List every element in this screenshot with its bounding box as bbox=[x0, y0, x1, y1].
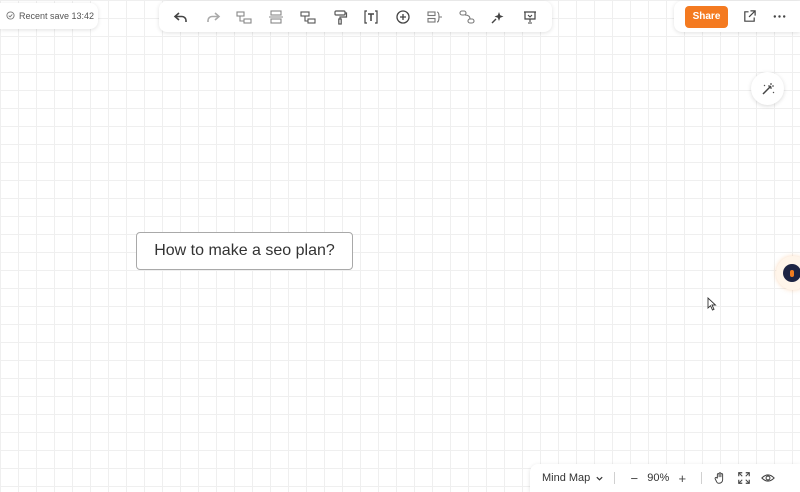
sparkle-icon bbox=[491, 11, 504, 23]
presentation-button[interactable] bbox=[520, 7, 540, 27]
hand-icon bbox=[714, 472, 724, 484]
sibling-topic-button[interactable] bbox=[266, 7, 286, 27]
sibling-topic-icon bbox=[269, 9, 284, 24]
text-style-button[interactable] bbox=[361, 7, 381, 27]
bottom-bar: Mind Map − 90% + bbox=[530, 464, 800, 492]
mouse-cursor-icon bbox=[707, 297, 717, 311]
subtopic-button[interactable] bbox=[234, 7, 254, 27]
main-toolbar bbox=[159, 1, 552, 32]
magic-wand-icon bbox=[761, 82, 774, 95]
central-topic[interactable]: How to make a seo plan? bbox=[136, 232, 353, 270]
parent-topic-button[interactable] bbox=[298, 7, 318, 27]
more-icon bbox=[773, 15, 785, 18]
zoom-level: 90% bbox=[647, 472, 670, 484]
header-right: Share bbox=[674, 1, 800, 32]
plus-circle-icon bbox=[396, 9, 410, 24]
summary-icon bbox=[427, 10, 442, 23]
divider bbox=[701, 472, 703, 484]
undo-button[interactable] bbox=[171, 7, 191, 27]
zoom-in-button[interactable]: + bbox=[675, 471, 689, 486]
share-button[interactable]: Share bbox=[685, 5, 728, 28]
zoom-out-button[interactable]: − bbox=[627, 471, 641, 486]
ai-assistant-tab[interactable] bbox=[776, 256, 800, 290]
text-box-icon bbox=[364, 9, 378, 24]
expand-icon bbox=[738, 472, 751, 484]
relationship-button[interactable] bbox=[457, 7, 477, 27]
check-circle-icon bbox=[6, 10, 15, 22]
undo-icon bbox=[173, 11, 187, 22]
presentation-icon bbox=[524, 10, 537, 24]
layout-label: Mind Map bbox=[542, 472, 591, 484]
summary-button[interactable] bbox=[425, 7, 445, 27]
divider bbox=[614, 472, 616, 484]
chevron-down-icon bbox=[596, 476, 603, 481]
redo-icon bbox=[206, 11, 220, 22]
save-status: Recent save 13:42 bbox=[0, 3, 98, 29]
save-status-text: Recent save 13:42 bbox=[19, 11, 95, 21]
ai-magic-button[interactable] bbox=[751, 72, 784, 105]
insert-button[interactable] bbox=[393, 7, 413, 27]
redo-button[interactable] bbox=[203, 7, 223, 27]
export-icon bbox=[743, 10, 756, 22]
relationship-icon bbox=[459, 9, 475, 24]
layout-select[interactable]: Mind Map bbox=[542, 472, 604, 484]
paint-roller-icon bbox=[334, 9, 347, 25]
format-painter-button[interactable] bbox=[330, 7, 350, 27]
hand-tool-button[interactable] bbox=[712, 470, 728, 486]
parent-topic-icon bbox=[300, 10, 316, 24]
eye-icon bbox=[761, 474, 776, 482]
assistant-icon bbox=[783, 264, 800, 282]
more-button[interactable] bbox=[770, 8, 788, 26]
style-button[interactable] bbox=[488, 7, 508, 27]
export-button[interactable] bbox=[740, 8, 758, 26]
preview-button[interactable] bbox=[760, 470, 776, 486]
subtopic-icon bbox=[236, 10, 252, 24]
fit-screen-button[interactable] bbox=[736, 470, 752, 486]
